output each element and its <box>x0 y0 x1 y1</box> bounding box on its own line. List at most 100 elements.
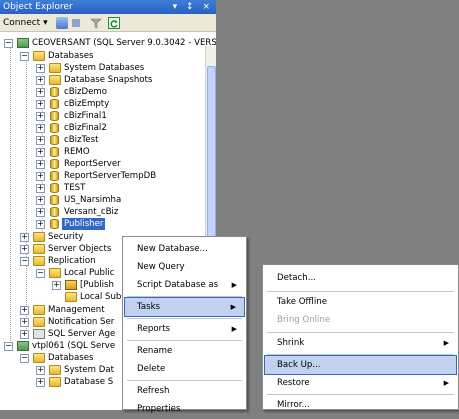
menu-item-bring-online[interactable]: Bring Online <box>264 310 457 330</box>
expand-icon[interactable]: + <box>52 281 61 290</box>
title-bar-icons[interactable]: ▾ ↕ × <box>173 0 213 14</box>
tree-node-label: Replication <box>48 256 96 266</box>
folder-icon <box>49 268 61 278</box>
expand-icon[interactable]: + <box>20 330 29 339</box>
folder-icon <box>33 256 45 266</box>
submenu-arrow-icon: ▶ <box>443 379 449 387</box>
menu-item-label: Refresh <box>137 386 170 396</box>
folder-icon <box>33 244 45 254</box>
menu-item-label: Delete <box>137 364 166 374</box>
tree-node-label: US_Narsimha <box>64 195 122 205</box>
expand-icon[interactable]: + <box>36 148 45 157</box>
tree-node-label: Server Objects <box>48 244 112 254</box>
menu-item-restore[interactable]: Restore ▶ <box>264 373 457 393</box>
expand-icon[interactable]: + <box>20 306 29 315</box>
database-icon <box>50 207 59 217</box>
expand-icon[interactable]: + <box>36 196 45 205</box>
tree-connector <box>10 45 11 345</box>
expand-icon[interactable]: + <box>20 233 29 242</box>
tree-node-label: Databases <box>48 353 94 363</box>
publication-icon <box>65 280 77 290</box>
menu-item-script-database-as[interactable]: Script Database as ▶ <box>124 275 245 295</box>
folder-icon <box>65 292 77 302</box>
expand-icon[interactable]: + <box>20 318 29 327</box>
toolbar: Connect ▾ <box>0 14 216 32</box>
menu-item-label: Rename <box>137 346 173 356</box>
menu-item-label: Shrink <box>277 338 305 348</box>
tree-node-label: CEOVERSANT (SQL Server 9.0.3042 - VERS <box>32 38 216 48</box>
tree-node-label: ReportServerTempDB <box>64 171 157 181</box>
tasks-submenu: Detach... Take Offline Bring Online Shri… <box>262 264 459 410</box>
tree-node-label: cBizTest <box>64 135 99 145</box>
connect-object-icon[interactable] <box>56 17 68 29</box>
collapse-icon[interactable]: − <box>20 257 29 266</box>
expand-icon[interactable]: + <box>36 100 45 109</box>
database-icon <box>50 159 59 169</box>
tree-node-label: Database S <box>64 377 114 387</box>
menu-item-label: Tasks <box>137 302 161 312</box>
connect-button[interactable]: Connect ▾ <box>3 18 48 28</box>
folder-icon <box>49 365 61 375</box>
database-icon <box>50 111 59 121</box>
collapse-icon[interactable]: − <box>20 354 29 363</box>
menu-item-reports[interactable]: Reports ▶ <box>124 319 245 339</box>
tree-node-label: SQL Server Age <box>48 329 116 339</box>
expand-icon[interactable]: + <box>36 172 45 181</box>
tree-node-label: REMO <box>64 147 90 157</box>
agent-icon <box>33 329 45 339</box>
expand-icon[interactable]: + <box>36 136 45 145</box>
database-icon <box>50 135 59 145</box>
refresh-icon[interactable] <box>108 17 120 29</box>
menu-item-mirror[interactable]: Mirror... <box>264 395 457 415</box>
folder-icon <box>49 63 61 73</box>
database-icon <box>50 219 59 229</box>
expand-icon[interactable]: + <box>36 184 45 193</box>
collapse-icon[interactable]: − <box>4 39 13 48</box>
expand-icon[interactable]: + <box>36 64 45 73</box>
menu-item-new-database[interactable]: New Database... <box>124 239 245 259</box>
expand-icon[interactable]: + <box>36 76 45 85</box>
menu-item-label: Detach... <box>277 273 316 283</box>
tree-node-label: Notification Ser <box>48 317 115 327</box>
folder-icon <box>33 317 45 327</box>
menu-item-label: Properties <box>137 404 181 414</box>
stop-icon[interactable] <box>72 19 80 27</box>
tree-node-label: Management <box>48 305 105 315</box>
menu-item-detach[interactable]: Detach... <box>264 268 457 288</box>
menu-item-label: Restore <box>277 378 310 388</box>
menu-item-properties[interactable]: Properties <box>124 399 245 419</box>
collapse-icon[interactable]: − <box>36 269 45 278</box>
menu-item-label: New Query <box>137 262 185 272</box>
menu-item-shrink[interactable]: Shrink ▶ <box>264 333 457 353</box>
folder-icon <box>49 377 61 387</box>
menu-item-refresh[interactable]: Refresh <box>124 381 245 401</box>
expand-icon[interactable]: + <box>36 220 45 229</box>
menu-item-delete[interactable]: Delete <box>124 359 245 379</box>
expand-icon[interactable]: + <box>36 208 45 217</box>
submenu-arrow-icon: ▶ <box>230 303 236 311</box>
database-icon <box>50 171 59 181</box>
menu-item-back-up[interactable]: Back Up... <box>264 355 457 375</box>
menu-item-new-query[interactable]: New Query <box>124 257 245 277</box>
collapse-icon[interactable]: − <box>20 52 29 61</box>
collapse-icon[interactable]: − <box>4 342 13 351</box>
expand-icon[interactable]: + <box>20 245 29 254</box>
folder-icon <box>33 353 45 363</box>
database-icon <box>50 123 59 133</box>
tree-node-label: TEST <box>64 183 86 193</box>
expand-icon[interactable]: + <box>36 160 45 169</box>
tree-node-label: Security <box>48 232 84 242</box>
submenu-arrow-icon: ▶ <box>443 339 449 347</box>
expand-icon[interactable]: + <box>36 112 45 121</box>
menu-item-take-offline[interactable]: Take Offline <box>264 292 457 312</box>
scrollbar-thumb[interactable] <box>207 66 216 242</box>
database-icon <box>50 195 59 205</box>
expand-icon[interactable]: + <box>36 366 45 375</box>
menu-item-rename[interactable]: Rename <box>124 341 245 361</box>
tree-node-label: cBizFinal1 <box>64 111 107 121</box>
expand-icon[interactable]: + <box>36 124 45 133</box>
expand-icon[interactable]: + <box>36 88 45 97</box>
filter-icon[interactable] <box>90 17 102 29</box>
expand-icon[interactable]: + <box>36 378 45 387</box>
menu-item-tasks[interactable]: Tasks ▶ <box>124 297 245 317</box>
